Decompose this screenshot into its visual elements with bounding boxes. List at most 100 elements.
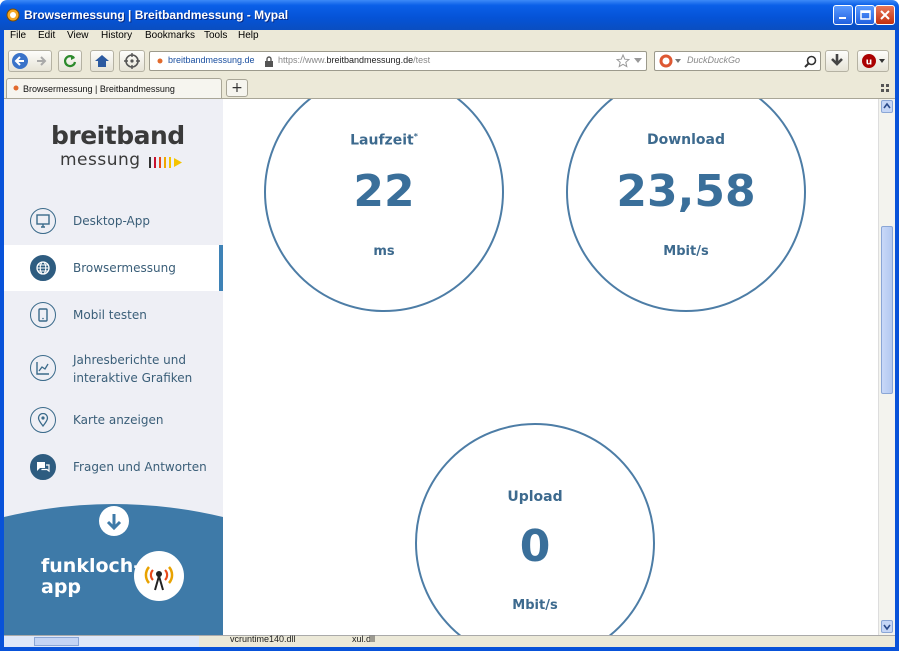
reload-icon [63, 55, 77, 68]
funkloch-line2: app [41, 576, 82, 598]
sidebar-item-label: Browsermessung [73, 261, 176, 275]
menu-view[interactable]: View [67, 30, 89, 41]
scroll-down-button[interactable] [881, 620, 893, 633]
sidebar-item-desktop-app[interactable]: Desktop-App [4, 198, 223, 244]
url-path: /test [413, 55, 431, 65]
menu-edit[interactable]: Edit [38, 30, 55, 41]
vertical-scrollbar[interactable] [878, 99, 895, 635]
back-icon[interactable] [9, 51, 51, 71]
url-bar[interactable]: breitbandmessung.de https://www.breitban… [149, 51, 647, 71]
download-label: Download [646, 132, 726, 148]
duckduckgo-icon[interactable] [659, 54, 673, 68]
download-value: 23,58 [616, 166, 756, 217]
app-icon [6, 8, 20, 22]
funkloch-app-title[interactable]: funkloch- app [41, 556, 141, 598]
monitor-icon [30, 208, 56, 234]
title-bar: Browsermessung | Breitbandmessung - Mypa… [0, 0, 899, 30]
url-domain: breitbandmessung.de [326, 55, 414, 65]
svg-text:u: u [866, 58, 872, 68]
maximize-icon [860, 10, 871, 20]
site-sidebar: breitband messung Desktop-App Browsermes… [4, 99, 223, 635]
sidebar-item-label: Karte anzeigen [73, 413, 164, 427]
download-unit: Mbit/s [663, 244, 709, 259]
latency-label-text: Laufzeit [350, 132, 414, 149]
sidebar-item-label: Mobil testen [73, 308, 147, 322]
sidebar-item-jahresberichte[interactable]: Jahresberichte und interaktive Grafiken [4, 345, 223, 391]
crosshair-icon [124, 53, 140, 69]
engine-dropdown-icon[interactable] [675, 59, 681, 63]
scroll-down-icon [883, 624, 891, 631]
sidebar-item-label: Jahresberichte und interaktive Grafiken [73, 353, 193, 385]
site-info-icon[interactable] [156, 56, 164, 66]
latency-value: 22 [353, 166, 415, 217]
phone-icon [30, 302, 56, 328]
menu-history[interactable]: History [101, 30, 132, 41]
download-arrow-icon [831, 54, 843, 66]
status-item-xul: xul.dll [352, 634, 376, 644]
url-text[interactable]: https://www.breitbandmessung.de/test [278, 55, 430, 65]
upload-unit: Mbit/s [512, 598, 558, 613]
minimize-button[interactable] [833, 5, 853, 25]
test-results-area: Laufzeit* 22 ms Download 23,58 Mbit/s Up… [223, 99, 878, 635]
maximize-button[interactable] [855, 5, 875, 25]
menu-tools[interactable]: Tools [204, 30, 227, 41]
search-placeholder: DuckDuckGo [687, 55, 741, 65]
url-prefix: https://www. [278, 55, 327, 65]
logo-breitband[interactable]: breitband [51, 121, 185, 150]
dropdown-arrow-icon[interactable] [634, 58, 642, 64]
latency-unit: ms [373, 244, 395, 259]
search-bar[interactable]: DuckDuckGo [654, 51, 821, 71]
star-icon[interactable] [616, 54, 630, 68]
status-bar: vcruntime140.dll xul.dll [4, 634, 895, 647]
sidebar-item-label: Fragen und Antworten [73, 460, 207, 474]
scroll-up-icon [883, 102, 891, 109]
tab-title: Browsermessung | Breitbandmessung [23, 84, 175, 94]
lock-icon[interactable] [264, 56, 274, 67]
chart-icon [30, 355, 56, 381]
new-tab-button[interactable]: + [226, 79, 248, 97]
logo-bars-icon [149, 157, 182, 168]
window-border-right [895, 30, 899, 651]
back-forward-group [8, 50, 52, 72]
sidebar-item-karte[interactable]: Karte anzeigen [4, 397, 223, 443]
ublock-icon: u [862, 54, 885, 68]
tab-bar: Browsermessung | Breitbandmessung + [4, 76, 895, 98]
ublock-button[interactable]: u [857, 50, 889, 72]
navigation-toolbar: breitbandmessung.de https://www.breitban… [4, 44, 895, 76]
reload-button[interactable] [58, 50, 82, 72]
home-icon [95, 55, 109, 67]
extension-button[interactable] [119, 50, 145, 72]
latency-label: Laufzeit* [266, 132, 502, 149]
globe-icon [30, 255, 56, 281]
horizontal-scrollbar[interactable] [4, 636, 199, 647]
hscroll-thumb[interactable] [34, 637, 79, 646]
download-gauge: Download 23,58 Mbit/s [566, 99, 806, 312]
sidebar-item-faq[interactable]: Fragen und Antworten [4, 444, 223, 490]
scroll-up-button[interactable] [881, 100, 893, 113]
tab-list-icon[interactable] [880, 83, 890, 93]
latency-footnote: * [413, 132, 418, 141]
latency-gauge: Laufzeit* 22 ms [264, 99, 504, 312]
menu-file[interactable]: File [10, 30, 26, 41]
close-button[interactable] [875, 5, 895, 25]
sidebar-item-mobil-testen[interactable]: Mobil testen [4, 292, 223, 338]
upload-label: Upload [507, 489, 563, 505]
downloads-button[interactable] [825, 50, 849, 72]
search-icon[interactable] [804, 55, 817, 68]
logo-messung[interactable]: messung [60, 150, 141, 170]
scroll-thumb[interactable] [881, 226, 893, 394]
upload-gauge: Upload 0 Mbit/s [415, 423, 655, 635]
menu-bar: File Edit View History Bookmarks Tools H… [4, 30, 895, 44]
menu-bookmarks[interactable]: Bookmarks [145, 30, 195, 41]
sidebar-item-browsermessung[interactable]: Browsermessung [4, 245, 223, 291]
window-title: Browsermessung | Breitbandmessung - Mypa… [24, 8, 289, 22]
window-border-bottom [0, 647, 899, 651]
funkloch-line1: funkloch- [41, 555, 142, 577]
map-pin-icon [30, 407, 56, 433]
chat-icon [30, 454, 56, 480]
minimize-icon [839, 17, 846, 19]
menu-help[interactable]: Help [238, 30, 259, 41]
tab-browsermessung[interactable]: Browsermessung | Breitbandmessung [6, 78, 222, 98]
home-button[interactable] [90, 50, 114, 72]
tab-favicon-icon [13, 85, 19, 91]
